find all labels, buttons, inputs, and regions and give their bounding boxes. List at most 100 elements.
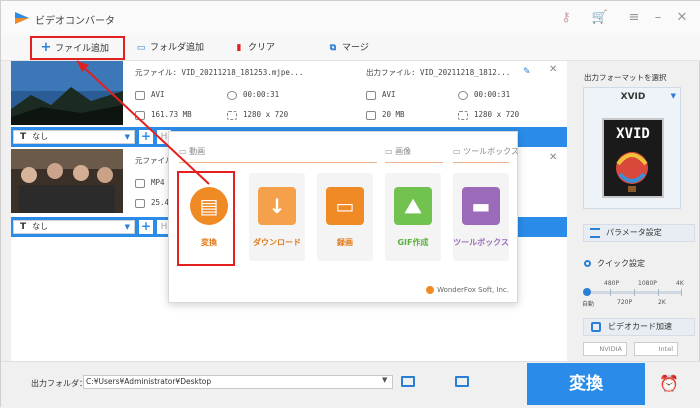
nvidia-toggle[interactable]: NVIDIA bbox=[583, 342, 627, 356]
wonderfox-logo-icon bbox=[426, 286, 435, 294]
category-video: ▭ 動画 bbox=[179, 147, 206, 156]
file-size-icon bbox=[135, 110, 145, 120]
select-format-label: 出力フォーマットを選択 bbox=[584, 73, 667, 82]
format-name: XVID bbox=[620, 92, 646, 102]
download-icon: ↓ bbox=[258, 187, 296, 225]
output-format-value: AVI bbox=[382, 90, 396, 99]
category-divider bbox=[453, 162, 509, 163]
slider-tick bbox=[658, 289, 659, 296]
alarm-clock-icon[interactable]: ⏰ bbox=[659, 374, 679, 393]
app-window: ビデオコンバータ ⚷ 🛒 ≡ – ✕ +ファイル追加 ▼ ▭フォルダ追加 ▮クリ… bbox=[0, 0, 700, 408]
category-image: ▭ 画像 bbox=[385, 147, 412, 156]
menu-icon[interactable]: ≡ bbox=[625, 10, 643, 26]
intel-label: Intel bbox=[658, 345, 673, 353]
download-tile[interactable]: ↓ ダウンロード bbox=[249, 173, 305, 261]
chevron-down-icon[interactable]: ▼ bbox=[382, 376, 387, 384]
output-format: AVI bbox=[366, 89, 396, 101]
add-folder-label: フォルダ追加 bbox=[150, 43, 205, 53]
add-file-label: ファイル追加 bbox=[55, 44, 110, 54]
subtitle-select[interactable]: T なし ▼ bbox=[13, 220, 135, 234]
clear-button[interactable]: ▮ クリア bbox=[233, 39, 276, 57]
video-thumbnail bbox=[11, 149, 123, 213]
source-size: 161.73 MB bbox=[135, 109, 192, 121]
xvid-format-icon: XVID bbox=[602, 118, 664, 198]
close-icon[interactable]: ✕ bbox=[673, 10, 691, 26]
source-resolution-value: 1280 x 720 bbox=[243, 110, 289, 119]
convert-highlight-frame bbox=[177, 171, 235, 266]
output-size-value: 20 MB bbox=[382, 110, 405, 119]
balloon-icon bbox=[616, 152, 648, 192]
output-size: 20 MB bbox=[366, 109, 405, 121]
trash-icon: ▮ bbox=[236, 43, 242, 53]
monitor-icon: ▭ bbox=[326, 187, 364, 225]
gpu-acceleration-label: ビデオカード加速 bbox=[608, 322, 672, 331]
merge-icon: ⧉ bbox=[329, 43, 337, 53]
key-icon[interactable]: ⚷ bbox=[557, 10, 575, 26]
plus-icon: + bbox=[40, 40, 52, 55]
add-subtitle-button[interactable]: + bbox=[139, 220, 153, 234]
format-selector[interactable]: XVID ▼ XVID bbox=[583, 87, 681, 209]
quality-slider-knob[interactable] bbox=[583, 288, 591, 296]
source-size-value: 25.4 bbox=[151, 198, 170, 207]
slider-tick bbox=[634, 289, 635, 296]
subtitle-select[interactable]: T なし ▼ bbox=[13, 130, 135, 144]
quick-settings-text: クイック設定 bbox=[597, 259, 645, 268]
bottom-bar: 出力フォルダ： C:¥Users¥Administrator¥Desktop ▼… bbox=[1, 361, 700, 408]
toolbox-tile[interactable]: ▬ ツールボックス bbox=[453, 173, 509, 261]
output-duration-value: 00:00:31 bbox=[474, 90, 511, 99]
format-card-label: XVID bbox=[616, 126, 650, 142]
source-format-value: MP4 bbox=[151, 178, 165, 187]
remove-file-icon[interactable]: ✕ bbox=[549, 152, 557, 163]
file-row[interactable]: 元ファイル: VID_20211218_181253.mjpe... AVI 0… bbox=[11, 61, 567, 129]
toolbox-tile-label: ツールボックス bbox=[453, 238, 509, 247]
convert-button[interactable]: 変換 bbox=[527, 363, 645, 405]
chevron-down-icon: ▼ bbox=[124, 133, 130, 141]
minimize-icon[interactable]: – bbox=[649, 10, 667, 26]
gif-tile[interactable]: ⛰ GIF作成 bbox=[385, 173, 441, 261]
source-info: 元ファイル: VID_20211218_181253.mjpe... AVI 0… bbox=[135, 67, 325, 127]
gif-tile-label: GIF作成 bbox=[397, 238, 429, 247]
gpu-acceleration-button[interactable]: ビデオカード加速 bbox=[583, 318, 695, 336]
intel-toggle[interactable]: Intel bbox=[634, 342, 678, 356]
cart-icon[interactable]: 🛒 bbox=[591, 10, 609, 26]
quality-720p: 720P bbox=[617, 299, 633, 306]
app-logo-icon bbox=[15, 12, 29, 24]
quality-480p: 480P bbox=[604, 280, 620, 287]
quality-slider[interactable] bbox=[583, 288, 682, 296]
browse-folder-icon[interactable] bbox=[401, 376, 415, 387]
clear-label: クリア bbox=[248, 43, 276, 53]
record-tile[interactable]: ▭ 録画 bbox=[317, 173, 373, 261]
output-folder-label: 出力フォルダ： bbox=[31, 379, 87, 388]
brand-text: WonderFox Soft, Inc. bbox=[437, 286, 509, 294]
text-icon: T bbox=[20, 222, 27, 232]
category-video-label: 動画 bbox=[189, 147, 206, 156]
quick-settings-icon bbox=[584, 260, 591, 267]
category-toolbox-label: ツールボックス bbox=[463, 147, 519, 156]
open-folder-icon[interactable] bbox=[455, 376, 469, 387]
output-filename: 出力ファイル: VID_20211218_1812... bbox=[366, 68, 511, 77]
add-subtitle-button[interactable]: + bbox=[139, 130, 153, 144]
video-thumbnail bbox=[11, 61, 123, 125]
output-folder-input[interactable]: C:¥Users¥Administrator¥Desktop bbox=[83, 375, 393, 389]
add-folder-button[interactable]: ▭ フォルダ追加 bbox=[135, 39, 204, 57]
format-panel: 出力フォーマットを選択 XVID ▼ XVID パラメータ設定 クイック設定 4… bbox=[572, 61, 697, 359]
merge-label: マージ bbox=[342, 43, 369, 53]
brand-footer: WonderFox Soft, Inc. bbox=[426, 286, 509, 294]
source-filename: 元ファイル bbox=[135, 156, 173, 165]
remove-file-icon[interactable]: ✕ bbox=[549, 64, 557, 75]
record-tile-label: 録画 bbox=[337, 238, 353, 247]
slider-tick bbox=[610, 289, 611, 296]
parameter-settings-button[interactable]: パラメータ設定 bbox=[583, 224, 695, 242]
resolution-icon bbox=[227, 110, 237, 120]
output-duration: 00:00:31 bbox=[458, 89, 510, 101]
source-duration: 00:00:31 bbox=[227, 89, 279, 101]
format-icon bbox=[135, 90, 145, 100]
merge-button[interactable]: ⧉ マージ bbox=[327, 39, 369, 57]
slider-tick bbox=[681, 289, 682, 296]
edit-name-icon[interactable]: ✎ bbox=[523, 67, 531, 77]
clock-icon bbox=[458, 90, 468, 100]
add-file-button[interactable]: + ファイル追加 bbox=[30, 36, 125, 60]
format-icon bbox=[366, 90, 376, 100]
file-size-icon bbox=[135, 198, 145, 208]
category-image-label: 画像 bbox=[395, 147, 412, 156]
